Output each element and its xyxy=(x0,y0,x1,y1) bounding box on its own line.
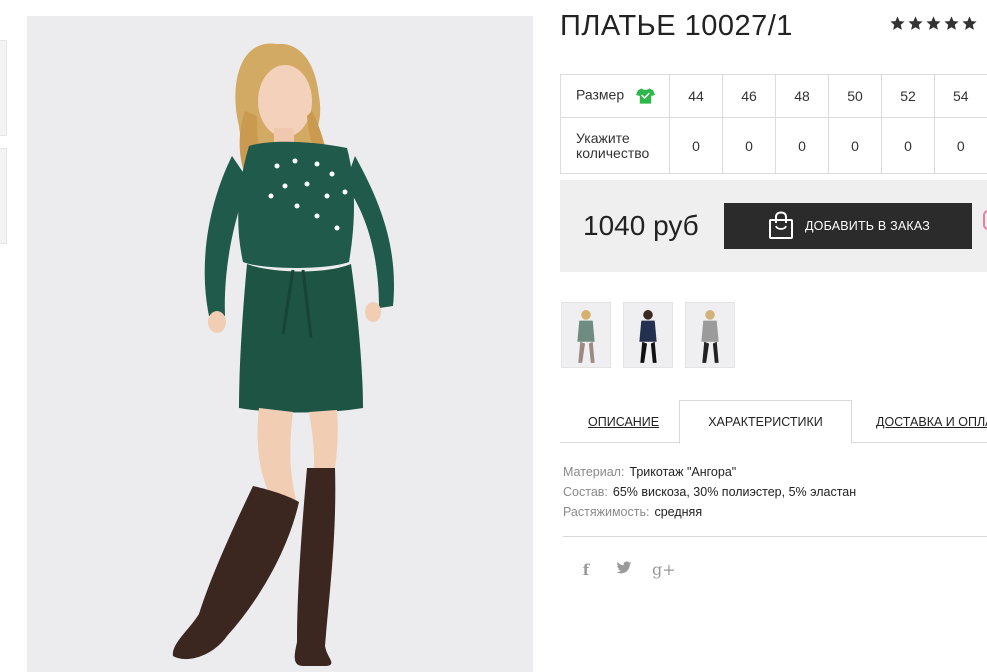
star-icon[interactable] xyxy=(907,15,924,32)
add-to-order-label: ДОБАВИТЬ В ЗАКАЗ xyxy=(805,219,931,233)
size-option[interactable]: 48 xyxy=(775,74,829,118)
tab-characteristics[interactable]: ХАРАКТЕРИСТИКИ xyxy=(679,400,852,444)
star-icon[interactable] xyxy=(925,15,942,32)
star-icon[interactable] xyxy=(943,15,960,32)
social-share: f g+ xyxy=(576,560,676,579)
prev-thumb-fragment[interactable] xyxy=(0,148,7,244)
product-title: ПЛАТЬЕ 10027/1 xyxy=(560,10,793,42)
wishlist-icon[interactable] xyxy=(983,210,987,230)
characteristics-list: Материал: Трикотаж "Ангора" Состав: 65% ви… xyxy=(563,462,856,522)
quantity-input[interactable]: 0 xyxy=(828,117,882,174)
quantity-input[interactable]: 0 xyxy=(881,117,935,174)
characteristic-key: Растяжимость: xyxy=(563,505,650,519)
size-option[interactable]: 52 xyxy=(881,74,935,118)
thumbnail-strip xyxy=(561,302,735,368)
add-to-order-button[interactable]: ДОБАВИТЬ В ЗАКАЗ xyxy=(724,203,972,249)
characteristic-value: 65% вискоза, 30% полиэстер, 5% эластан xyxy=(612,485,857,499)
characteristic-value: средняя xyxy=(654,505,703,519)
size-option[interactable]: 46 xyxy=(722,74,776,118)
quantity-input[interactable]: 0 xyxy=(722,117,776,174)
size-option[interactable]: 44 xyxy=(669,74,723,118)
tab-delivery[interactable]: ДОСТАВКА И ОПЛАТА xyxy=(876,400,987,443)
quantity-input[interactable]: 0 xyxy=(669,117,723,174)
quantity-input[interactable]: 0 xyxy=(934,117,987,174)
prev-thumb-fragment[interactable] xyxy=(0,40,7,136)
size-label: Размер xyxy=(576,86,625,103)
price: 1040 руб xyxy=(583,210,699,241)
characteristic-row: Материал: Трикотаж "Ангора" xyxy=(563,462,856,482)
size-label-cell: Размер xyxy=(560,74,670,118)
star-icon[interactable] xyxy=(889,15,906,32)
size-row: Размер 44 46 48 50 52 54 xyxy=(560,74,987,118)
characteristic-row: Состав: 65% вискоза, 30% полиэстер, 5% эл… xyxy=(563,482,856,502)
size-option[interactable]: 54 xyxy=(934,74,987,118)
characteristic-row: Растяжимость: средняя xyxy=(563,502,856,522)
thumb-navy-dress[interactable] xyxy=(623,302,673,368)
characteristic-value: Трикотаж "Ангора" xyxy=(629,465,737,479)
thumb-grey-dress[interactable] xyxy=(685,302,735,368)
characteristic-key: Состав: xyxy=(563,485,608,499)
tab-description[interactable]: ОПИСАНИЕ xyxy=(588,400,659,443)
thumb-green-dress[interactable] xyxy=(561,302,611,368)
price-panel: 1040 руб ДОБАВИТЬ В ЗАКАЗ xyxy=(560,180,987,272)
googleplus-icon[interactable]: g+ xyxy=(652,560,676,579)
size-option[interactable]: 50 xyxy=(828,74,882,118)
shopping-bag-icon xyxy=(769,211,793,239)
size-chart-icon[interactable] xyxy=(636,87,656,105)
twitter-icon[interactable] xyxy=(614,560,634,579)
quantity-row: Укажите количество 0 0 0 0 0 0 xyxy=(560,117,987,174)
facebook-icon[interactable]: f xyxy=(576,561,596,579)
main-product-photo[interactable] xyxy=(27,16,533,672)
size-table: Размер 44 46 48 50 52 54 Укажите количес… xyxy=(560,74,987,174)
model-illustration xyxy=(172,43,395,666)
quantity-label: Укажите количество xyxy=(560,117,670,174)
star-icon[interactable] xyxy=(961,15,978,32)
characteristic-key: Материал: xyxy=(563,465,625,479)
rating-stars[interactable] xyxy=(889,15,978,32)
quantity-input[interactable]: 0 xyxy=(775,117,829,174)
section-divider xyxy=(563,536,987,537)
